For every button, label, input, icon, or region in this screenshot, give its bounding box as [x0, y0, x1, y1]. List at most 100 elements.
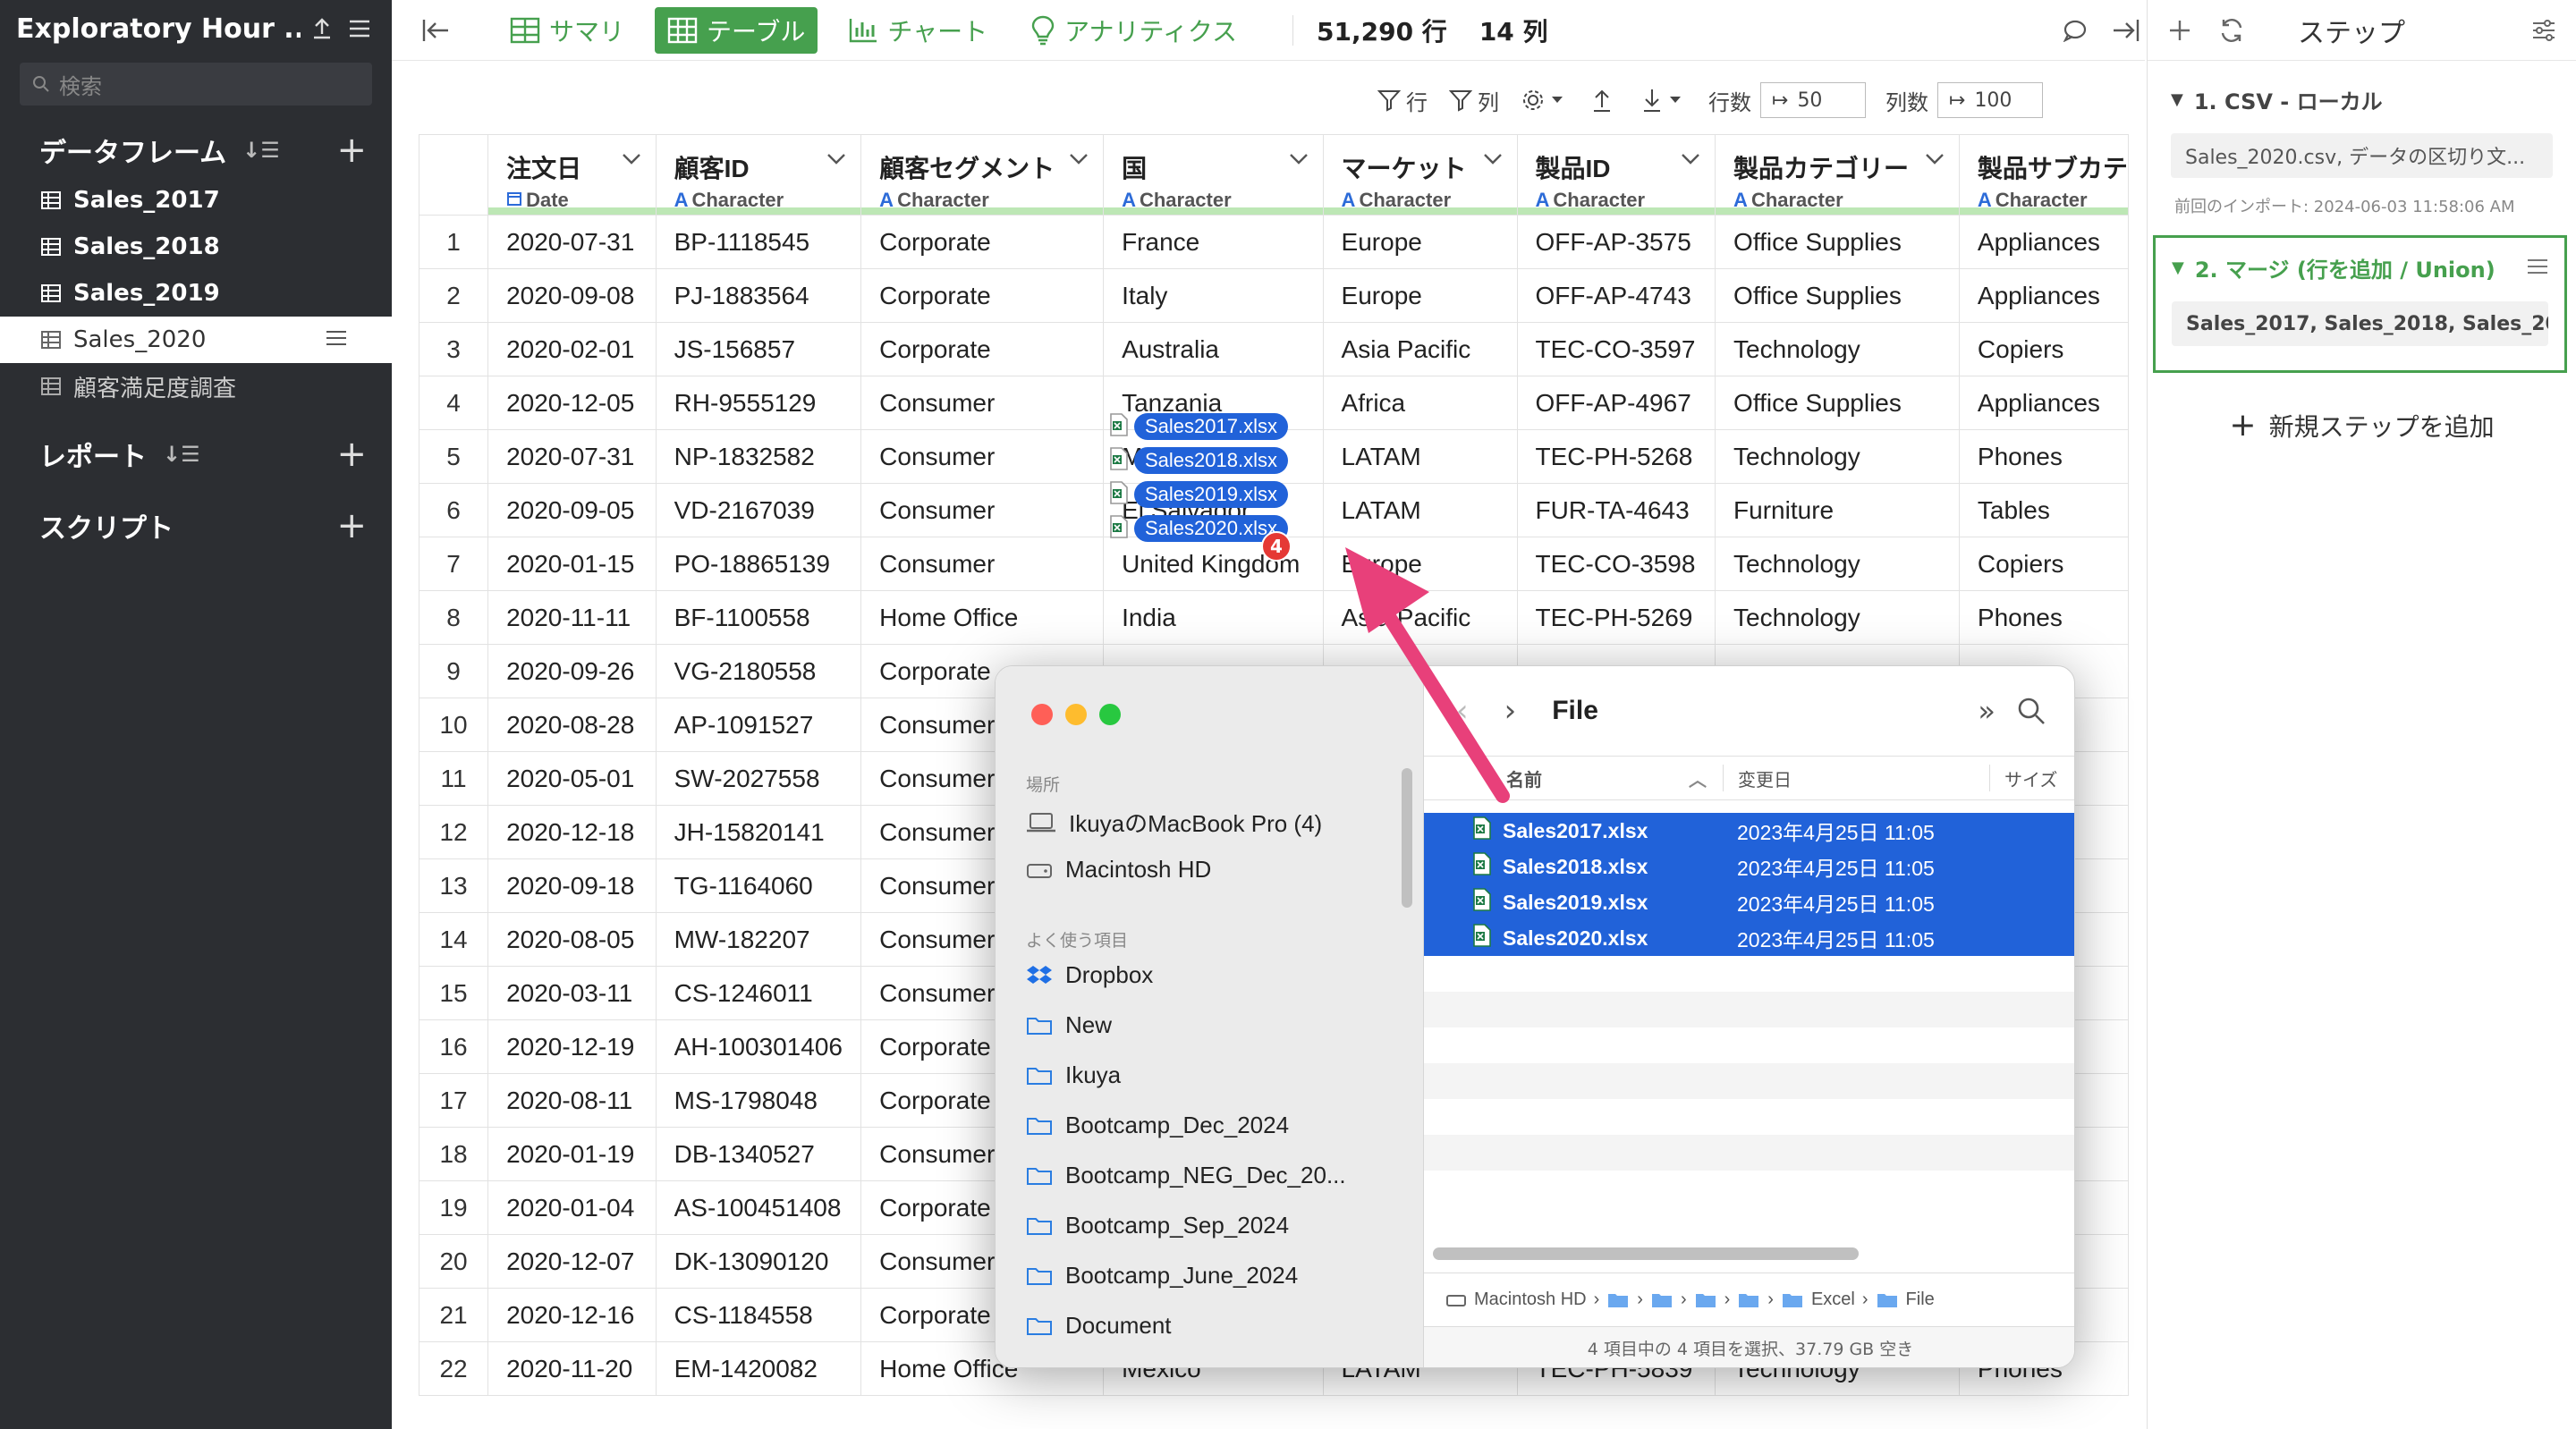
tab-analytics[interactable]: アナリティクス	[1018, 7, 1250, 54]
table-cell[interactable]: India	[1103, 590, 1324, 645]
table-cell[interactable]: Phones	[1958, 590, 2129, 645]
sidebar-item-sales-2018[interactable]: Sales_2018	[0, 224, 392, 270]
sidebar-item-survey[interactable]: 顧客満足度調査	[0, 363, 392, 410]
add-script-icon[interactable]: +	[336, 505, 367, 546]
more-icon[interactable]: »	[1978, 694, 1996, 728]
finder-sidebar-macintosh-hd[interactable]: Macintosh HD	[1026, 856, 1211, 884]
table-cell[interactable]: JH-15820141	[655, 805, 862, 859]
step-menu-icon[interactable]	[2527, 256, 2548, 281]
table-cell[interactable]: LATAM	[1322, 429, 1518, 484]
table-cell[interactable]: Africa	[1322, 376, 1518, 430]
sidebar-search[interactable]: 検索	[20, 63, 372, 106]
tab-chart[interactable]: チャート	[835, 7, 1000, 54]
finder-sidebar-new[interactable]: New	[1026, 1011, 1112, 1039]
column-menu-chevron-icon[interactable]	[622, 153, 641, 170]
add-step-button[interactable]: + 新規ステップを追加	[2148, 407, 2576, 444]
collapse-right-icon[interactable]	[2106, 11, 2145, 50]
column-menu-chevron-icon[interactable]	[1289, 153, 1309, 170]
tab-summary[interactable]: サマリ	[497, 7, 637, 54]
table-cell[interactable]: 2020-02-01	[487, 322, 657, 376]
table-cell[interactable]: VD-2167039	[655, 483, 862, 537]
table-cell[interactable]: Technology	[1715, 590, 1960, 645]
table-cell[interactable]: OFF-AP-4743	[1516, 268, 1716, 323]
column-header[interactable]: 注文日 Date	[487, 134, 657, 216]
table-cell[interactable]: 2020-08-05	[487, 912, 657, 967]
step-2-card[interactable]: ▼ 2. マージ (行を追加 / Union) Sales_2017, Sale…	[2153, 235, 2567, 373]
item-menu-icon[interactable]	[326, 326, 360, 353]
table-cell[interactable]: MW-182207	[655, 912, 862, 967]
table-cell[interactable]: Appliances	[1958, 215, 2129, 269]
table-cell[interactable]: JS-156857	[655, 322, 862, 376]
path-segment-home[interactable]: ›	[1606, 1289, 1643, 1310]
table-cell[interactable]: VG-2180558	[655, 644, 862, 698]
add-dataframe-icon[interactable]: +	[336, 130, 367, 171]
column-header[interactable]: 顧客セグメント A Character	[860, 134, 1105, 216]
table-cell[interactable]: EM-1420082	[655, 1341, 862, 1396]
step-1-header[interactable]: ▼ 1. CSV - ローカル	[2171, 84, 2576, 115]
table-cell[interactable]: TEC-CO-3598	[1516, 537, 1716, 591]
table-cell[interactable]: Appliances	[1958, 376, 2129, 430]
table-cell[interactable]: Office Supplies	[1715, 215, 1960, 269]
table-cell[interactable]: AH-100301406	[655, 1019, 862, 1074]
column-filter-button[interactable]: 列	[1449, 85, 1499, 116]
table-cell[interactable]: TG-1164060	[655, 858, 862, 913]
table-cell[interactable]: Copiers	[1958, 322, 2129, 376]
size-column-header[interactable]: サイズ	[1989, 765, 2074, 791]
table-cell[interactable]: France	[1103, 215, 1324, 269]
table-cell[interactable]: 2020-08-11	[487, 1073, 657, 1128]
finder-sidebar-bootcamp-dec[interactable]: Bootcamp_Dec_2024	[1026, 1112, 1289, 1139]
table-cell[interactable]: TEC-CO-3597	[1516, 322, 1716, 376]
table-cell[interactable]: RH-9555129	[655, 376, 862, 430]
sidebar-item-sales-2019[interactable]: Sales_2019	[0, 270, 392, 317]
table-cell[interactable]: Australia	[1103, 322, 1324, 376]
table-cell[interactable]: Technology	[1715, 429, 1960, 484]
column-menu-chevron-icon[interactable]	[1069, 153, 1089, 170]
table-cell[interactable]: CS-1184558	[655, 1288, 862, 1342]
column-header[interactable]: 顧客ID A Character	[655, 134, 862, 216]
table-cell[interactable]: Tables	[1958, 483, 2129, 537]
path-segment-folder[interactable]: ›	[1737, 1289, 1774, 1310]
table-row[interactable]: 2 2020-09-08 PJ-1883564 Corporate Italy Europ…	[419, 268, 2129, 323]
add-report-icon[interactable]: +	[336, 434, 367, 475]
finder-sidebar-document[interactable]: Document	[1026, 1312, 1172, 1340]
finder-sidebar-bootcamp-june[interactable]: Bootcamp_June_2024	[1026, 1262, 1298, 1289]
table-cell[interactable]: Appliances	[1958, 268, 2129, 323]
table-cell[interactable]: Corporate	[860, 268, 1105, 323]
date-column-header[interactable]: 変更日	[1723, 765, 1989, 791]
table-cell[interactable]: 2020-12-05	[487, 376, 657, 430]
table-cell[interactable]: 2020-01-04	[487, 1180, 657, 1235]
table-cell[interactable]: Consumer	[860, 483, 1105, 537]
table-cell[interactable]: 2020-03-11	[487, 966, 657, 1020]
zoom-window-button[interactable]	[1099, 704, 1121, 725]
table-cell[interactable]: 2020-12-19	[487, 1019, 657, 1074]
table-cell[interactable]: Phones	[1958, 429, 2129, 484]
table-cell[interactable]: 2020-11-11	[487, 590, 657, 645]
table-cell[interactable]: TEC-PH-5268	[1516, 429, 1716, 484]
finder-sidebar-ikuya[interactable]: Ikuya	[1026, 1061, 1121, 1089]
path-segment-file[interactable]: File	[1876, 1289, 1935, 1310]
finder-horizontal-scrollbar[interactable]	[1433, 1247, 1859, 1260]
table-cell[interactable]: 2020-12-18	[487, 805, 657, 859]
column-header[interactable]: マーケット A Character	[1322, 134, 1518, 216]
download-dropdown[interactable]	[1640, 88, 1687, 113]
table-cell[interactable]: 2020-08-28	[487, 698, 657, 752]
table-cell[interactable]: BP-1118545	[655, 215, 862, 269]
table-cell[interactable]: CS-1246011	[655, 966, 862, 1020]
expand-caret-icon[interactable]: ▼	[2171, 90, 2183, 109]
table-cell[interactable]: OFF-AP-3575	[1516, 215, 1716, 269]
table-cell[interactable]: MS-1798048	[655, 1073, 862, 1128]
finder-file-row[interactable]: Sales2017.xlsx 2023年4月25日 11:05	[1424, 813, 2074, 849]
rows-input[interactable]: ↦ 50	[1760, 82, 1866, 118]
finder-sidebar-bootcamp-neg[interactable]: Bootcamp_NEG_Dec_20...	[1026, 1162, 1346, 1189]
table-cell[interactable]: Technology	[1715, 322, 1960, 376]
sort-icon[interactable]: ↓☰	[242, 138, 280, 163]
table-row[interactable]: 1 2020-07-31 BP-1118545 Corporate France Euro…	[419, 215, 2129, 269]
sliders-icon[interactable]	[2526, 19, 2562, 42]
table-cell[interactable]: FUR-TA-4643	[1516, 483, 1716, 537]
sidebar-item-sales-2020[interactable]: Sales_2020	[0, 317, 392, 363]
finder-sidebar-bootcamp-sep[interactable]: Bootcamp_Sep_2024	[1026, 1212, 1289, 1239]
table-cell[interactable]: Corporate	[860, 215, 1105, 269]
close-window-button[interactable]	[1031, 704, 1053, 725]
table-cell[interactable]: DK-13090120	[655, 1234, 862, 1289]
finder-file-row[interactable]: Sales2018.xlsx 2023年4月25日 11:05	[1424, 849, 2074, 884]
